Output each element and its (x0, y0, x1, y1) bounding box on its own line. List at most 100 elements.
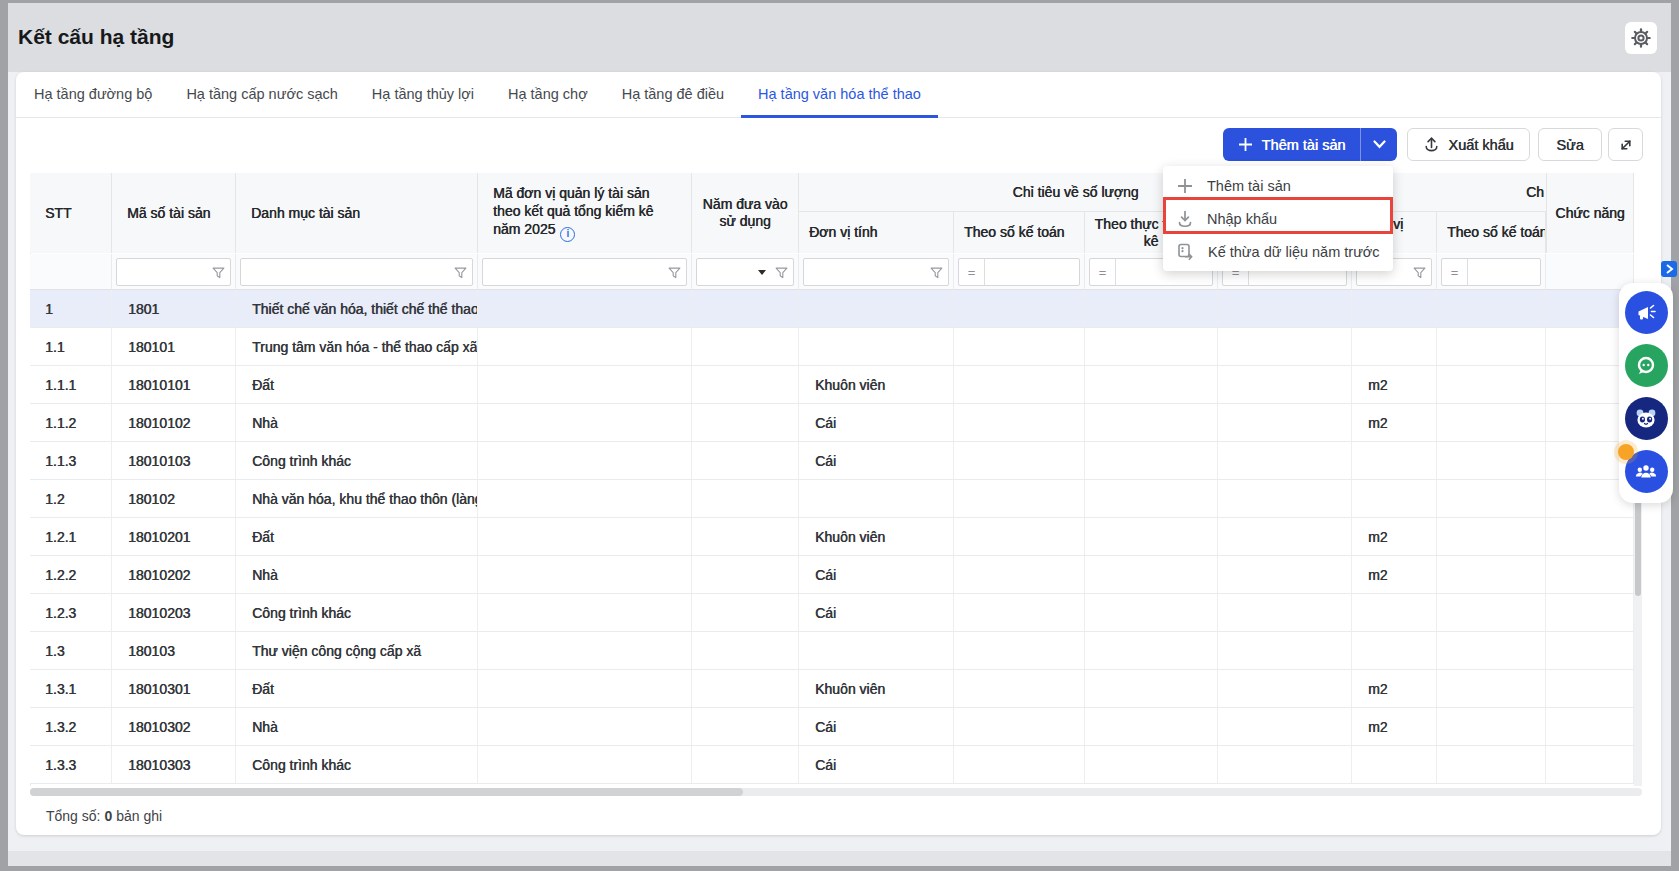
filter-funnel-icon[interactable] (668, 266, 681, 284)
tab-5[interactable]: Hạ tầng đê điều (605, 72, 741, 118)
column-header-code[interactable]: Mã số tài sản (112, 173, 236, 253)
add-asset-dropdown-toggle[interactable] (1360, 128, 1397, 161)
cell-unit: Cái (799, 442, 954, 480)
filter-input-val_book[interactable]: = (1441, 258, 1541, 286)
cell-val_book (1437, 366, 1546, 404)
cell-unit (799, 328, 954, 366)
info-icon[interactable]: i (560, 227, 575, 242)
cell-mgmt_code (478, 556, 692, 594)
side-panel-toggle[interactable] (1661, 261, 1677, 277)
filter-equals-icon[interactable]: = (1090, 259, 1116, 285)
tab-6[interactable]: Hạ tầng văn hóa thể thao (741, 72, 938, 118)
cell-qty_hidden (1218, 480, 1352, 518)
settings-button[interactable] (1625, 22, 1657, 54)
cell-actions (1546, 594, 1634, 632)
horizontal-scrollbar-thumb[interactable] (30, 788, 743, 796)
filter-cell-code[interactable] (112, 254, 236, 290)
filter-equals-icon[interactable]: = (959, 259, 985, 285)
filter-cell-val_book[interactable]: = (1437, 254, 1546, 290)
window-bottom-band (8, 851, 1671, 866)
table-row[interactable]: 1.1.218010102NhàCáim2 (30, 404, 1634, 442)
table-row[interactable]: 11801Thiết chế văn hóa, thiết chế thể th… (30, 290, 1634, 328)
cell-val_book (1437, 556, 1546, 594)
chevron-down-icon (1373, 140, 1386, 149)
community-widget[interactable] (1625, 450, 1668, 493)
cell-unit: Khuôn viên (799, 366, 954, 404)
tab-3[interactable]: Hạ tầng thủy lợi (355, 72, 491, 118)
tab-1[interactable]: Hạ tầng đường bộ (17, 72, 169, 118)
filter-funnel-icon[interactable] (1413, 266, 1426, 284)
cell-qty_audit (1085, 556, 1218, 594)
filter-funnel-icon[interactable] (775, 266, 788, 284)
filter-input-name[interactable] (240, 258, 473, 286)
tab-4[interactable]: Hạ tầng chợ (491, 72, 605, 118)
column-header-stt[interactable]: STT (30, 173, 112, 253)
table-row[interactable]: 1.3180103Thư viện công cộng cấp xã (30, 632, 1634, 670)
cell-mgmt_code (478, 480, 692, 518)
filter-cell-unit[interactable] (799, 254, 954, 290)
panda-bot-widget[interactable] (1625, 397, 1668, 440)
filter-cell-year[interactable] (692, 254, 799, 290)
filter-input-qty_book[interactable]: = (958, 258, 1080, 286)
cell-qty_audit (1085, 594, 1218, 632)
column-header-qty_book[interactable]: Theo số kế toán (954, 212, 1085, 253)
notification-badge (1618, 444, 1634, 460)
select-caret-icon[interactable] (758, 270, 766, 275)
table-row[interactable]: 1.2.318010203Công trình khácCái (30, 594, 1634, 632)
cell-actions (1546, 670, 1634, 708)
filter-cell-name[interactable] (236, 254, 478, 290)
cell-unit: Cái (799, 594, 954, 632)
menu-item-3[interactable]: Kế thừa dữ liệu năm trước (1163, 235, 1393, 268)
cell-unit2 (1352, 746, 1437, 784)
table-row[interactable]: 1.3.118010301ĐấtKhuôn viênm2 (30, 670, 1634, 708)
cell-name: Nhà văn hóa, khu thể thao thôn (làng, ..… (236, 480, 478, 518)
filter-cell-mgmt_code[interactable] (478, 254, 692, 290)
column-header-name[interactable]: Danh mục tài sản (236, 173, 478, 253)
app-window: Kết cấu hạ tầng Hạ tầng đường bộHạ tầng … (8, 3, 1671, 866)
export-button[interactable]: Xuất khẩu (1407, 128, 1530, 161)
chat-widget[interactable] (1625, 344, 1668, 387)
filter-input-year[interactable] (696, 258, 794, 286)
table-row[interactable]: 1.1.318010103Công trình khácCái (30, 442, 1634, 480)
filter-cell-qty_book[interactable]: = (954, 254, 1085, 290)
edit-button[interactable]: Sửa (1538, 128, 1602, 161)
cell-stt: 1.1.2 (30, 404, 112, 442)
table-row[interactable]: 1.1.118010101ĐấtKhuôn viênm2 (30, 366, 1634, 404)
table-row[interactable]: 1.2180102Nhà văn hóa, khu thể thao thôn … (30, 480, 1634, 518)
column-header-unit[interactable]: Đơn vị tính (799, 212, 954, 253)
filter-input-unit[interactable] (803, 258, 949, 286)
tab-bar: Hạ tầng đường bộHạ tầng cấp nước sạchHạ … (16, 72, 1661, 118)
expand-button[interactable] (1608, 128, 1643, 161)
announcement-widget[interactable] (1625, 291, 1668, 334)
cell-year (692, 366, 799, 404)
table-row[interactable]: 1.3.318010303Công trình khácCái (30, 746, 1634, 784)
cell-qty_book (954, 328, 1085, 366)
table-row[interactable]: 1.1180101Trung tâm văn hóa - thể thao cấ… (30, 328, 1634, 366)
cell-qty_hidden (1218, 442, 1352, 480)
column-header-year[interactable]: Năm đưa vào sử dụng (692, 173, 799, 253)
cell-name: Công trình khác (236, 594, 478, 632)
cell-mgmt_code (478, 670, 692, 708)
table-row[interactable]: 1.2.218010202NhàCáim2 (30, 556, 1634, 594)
column-header-mgmt_code[interactable]: Mã đơn vị quản lý tài sản theo kết quả t… (478, 173, 692, 253)
column-header-val_book[interactable]: Theo số kế toán (1437, 212, 1546, 253)
cell-year (692, 480, 799, 518)
filter-input-mgmt_code[interactable] (482, 258, 687, 286)
highlight-annotation (1163, 197, 1393, 234)
cell-year (692, 670, 799, 708)
filter-funnel-icon[interactable] (930, 266, 943, 284)
horizontal-scrollbar[interactable] (30, 788, 1642, 796)
cell-actions (1546, 708, 1634, 746)
vertical-scrollbar-thumb[interactable] (1635, 500, 1641, 596)
filter-funnel-icon[interactable] (212, 266, 225, 284)
filter-funnel-icon[interactable] (454, 266, 467, 284)
filter-input-code[interactable] (116, 258, 231, 286)
cell-year (692, 556, 799, 594)
cell-code: 18010101 (112, 366, 236, 404)
table-row[interactable]: 1.3.218010302NhàCáim2 (30, 708, 1634, 746)
add-asset-button[interactable]: Thêm tài sản (1223, 128, 1397, 161)
filter-equals-icon[interactable]: = (1442, 259, 1468, 285)
cell-unit2 (1352, 290, 1437, 328)
table-row[interactable]: 1.2.118010201ĐấtKhuôn viênm2 (30, 518, 1634, 556)
tab-2[interactable]: Hạ tầng cấp nước sạch (169, 72, 354, 118)
